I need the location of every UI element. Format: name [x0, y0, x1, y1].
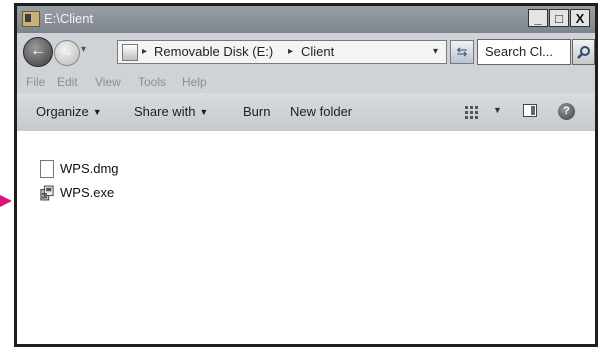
breadcrumb-drive[interactable]: Removable Disk (E:) — [154, 41, 273, 63]
breadcrumb-separator-icon[interactable]: ▸ — [142, 41, 147, 63]
navigation-bar: ← → ▾ ▸ Removable Disk (E:) ▸ Client ▾ ⇆… — [17, 33, 595, 73]
search-icon — [577, 46, 590, 59]
command-bar: Organize ▼ Share with ▼ Burn New folder ▼ … — [17, 93, 595, 131]
drive-icon — [122, 44, 138, 61]
preview-pane-icon[interactable] — [523, 104, 537, 117]
chevron-down-icon: ▼ — [199, 107, 209, 117]
forward-arrow-icon: → — [60, 44, 74, 59]
forward-button[interactable]: → — [54, 40, 80, 66]
search-button[interactable] — [572, 39, 595, 65]
history-dropdown-icon[interactable]: ▾ — [81, 44, 86, 55]
burn-button[interactable]: Burn — [243, 104, 270, 119]
menu-file[interactable]: File — [26, 75, 45, 89]
file-name: WPS.dmg — [60, 161, 119, 176]
explorer-window: E:\Client _ □ X ← → ▾ ▸ Removable Disk (… — [14, 3, 598, 347]
address-dropdown-icon[interactable]: ▾ — [433, 41, 438, 63]
chevron-down-icon: ▼ — [92, 107, 102, 117]
menu-tools[interactable]: Tools — [138, 75, 166, 89]
burn-label: Burn — [243, 104, 271, 119]
menu-view[interactable]: View — [95, 75, 121, 89]
window-title: E:\Client — [44, 11, 94, 26]
window-controls: _ □ X — [527, 9, 590, 27]
file-name: WPS.exe — [60, 185, 115, 200]
help-icon[interactable]: ? — [558, 103, 575, 120]
close-button[interactable]: X — [570, 9, 590, 27]
views-dropdown-icon[interactable]: ▼ — [493, 105, 502, 115]
minimize-button[interactable]: _ — [528, 9, 548, 27]
menu-bar: File Edit View Tools Help — [17, 73, 595, 93]
breadcrumb-folder[interactable]: Client — [301, 41, 334, 63]
back-arrow-icon: ← — [30, 42, 46, 59]
callout-arrow — [0, 195, 12, 207]
maximize-button[interactable]: □ — [549, 9, 569, 27]
share-with-label: Share with — [134, 104, 196, 119]
new-folder-label: New folder — [290, 104, 353, 119]
view-options-icon[interactable] — [465, 105, 481, 119]
search-input[interactable]: Search Cl... — [477, 39, 571, 65]
address-bar[interactable]: ▸ Removable Disk (E:) ▸ Client ▾ — [117, 40, 447, 64]
folder-icon — [22, 11, 40, 27]
menu-edit[interactable]: Edit — [57, 75, 78, 89]
refresh-button[interactable]: ⇆ — [450, 40, 474, 64]
organize-label: Organize — [36, 104, 89, 119]
title-bar[interactable]: E:\Client _ □ X — [17, 6, 595, 33]
new-folder-button[interactable]: New folder — [290, 104, 352, 119]
refresh-icon: ⇆ — [456, 44, 468, 59]
organize-button[interactable]: Organize ▼ — [36, 104, 102, 119]
file-list[interactable]: WPS.dmg WPS.exe — [17, 131, 595, 344]
document-icon — [40, 160, 54, 178]
back-button[interactable]: ← — [23, 37, 53, 67]
breadcrumb-separator-icon[interactable]: ▸ — [288, 41, 293, 63]
installer-icon — [40, 185, 54, 201]
menu-help[interactable]: Help — [182, 75, 207, 89]
share-with-button[interactable]: Share with ▼ — [134, 104, 208, 119]
